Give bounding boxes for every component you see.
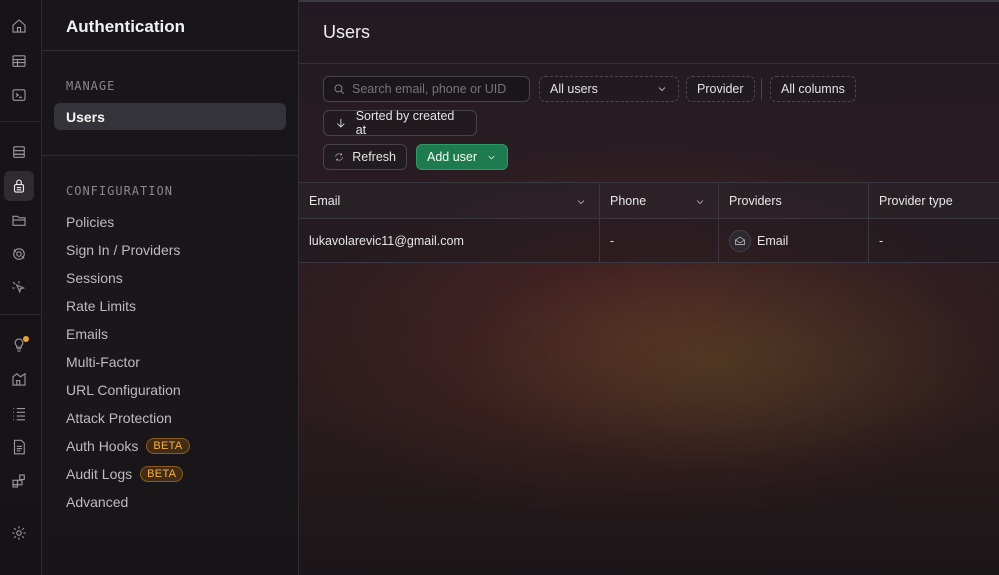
home-icon[interactable]	[4, 11, 34, 41]
database-icon[interactable]	[4, 137, 34, 167]
sidebar-item-label: Sign In / Providers	[66, 241, 181, 258]
provider-filter-button[interactable]: Provider	[686, 76, 755, 102]
chevron-down-icon	[658, 87, 666, 92]
sidebar-item-label: Rate Limits	[66, 297, 137, 314]
sort-label: Sorted by created at	[355, 109, 455, 137]
sidebar-item-label: Advanced	[66, 493, 129, 510]
beta-badge: BETA	[146, 437, 190, 454]
storage-icon[interactable]	[4, 205, 34, 235]
icon-rail	[0, 0, 42, 575]
sidebar-item-url-configuration[interactable]: URL Configuration	[54, 376, 286, 403]
provider-type-cell: -	[879, 233, 884, 248]
app-window: Authentication MANAGE Users CONFIGURATIO…	[0, 0, 999, 575]
user-filter-select[interactable]: All users	[539, 76, 679, 102]
authentication-icon[interactable]	[4, 171, 34, 201]
logs-icon[interactable]	[4, 398, 34, 428]
provider-filter-label: Provider	[697, 82, 744, 96]
sidebar-item-label: Sessions	[66, 269, 123, 286]
sidebar-title: Authentication	[66, 17, 185, 36]
edge-functions-icon[interactable]	[4, 273, 34, 303]
sql-editor-icon[interactable]	[4, 80, 34, 110]
arrow-down-icon	[337, 118, 345, 128]
columns-label: All columns	[781, 82, 845, 96]
sidebar-item-users[interactable]: Users	[54, 103, 286, 130]
sidebar-item-label: Emails	[66, 325, 109, 342]
api-docs-icon[interactable]	[4, 432, 34, 462]
sidebar-item-multi-factor[interactable]: Multi-Factor	[54, 348, 286, 375]
sidebar-item-label: Attack Protection	[66, 409, 172, 426]
refresh-label: Refresh	[352, 150, 396, 164]
user-filter-label: All users	[550, 82, 598, 96]
manage-section-label: MANAGE	[66, 79, 116, 93]
page-title: Users	[323, 22, 371, 42]
main-content: Users All users Provider All columns Sor…	[299, 0, 999, 575]
add-user-button[interactable]: Add user	[416, 144, 508, 170]
sidebar-item-label: URL Configuration	[66, 381, 181, 398]
chevron-down-icon	[488, 155, 495, 159]
sidebar-item-emails[interactable]: Emails	[54, 320, 286, 347]
column-header-providers[interactable]: Providers	[719, 183, 869, 218]
email-cell: lukavolarevic11@gmail.com	[299, 219, 600, 262]
sidebar-item-sessions[interactable]: Sessions	[54, 264, 286, 291]
search-box[interactable]	[323, 76, 530, 102]
table-row[interactable]: lukavolarevic11@gmail.com - Email -	[299, 219, 999, 263]
auth-sidebar: Authentication MANAGE Users CONFIGURATIO…	[42, 0, 299, 575]
sidebar-item-audit-logs[interactable]: Audit Logs BETA	[54, 460, 286, 487]
sidebar-item-label: Multi-Factor	[66, 353, 140, 370]
header-label: Providers	[729, 193, 782, 208]
add-user-label: Add user	[427, 150, 478, 164]
column-header-phone[interactable]: Phone	[600, 183, 719, 218]
provider-label: Email	[757, 233, 789, 248]
table-header: Email Phone Providers Provider type	[299, 182, 999, 219]
refresh-icon	[335, 153, 343, 161]
chevron-down-icon[interactable]	[694, 196, 706, 208]
sidebar-item-policies[interactable]: Policies	[54, 208, 286, 235]
header-label: Phone	[610, 193, 647, 208]
advisors-icon[interactable]	[4, 330, 34, 360]
columns-button[interactable]: All columns	[770, 76, 856, 102]
table-editor-icon[interactable]	[4, 46, 34, 76]
integrations-icon[interactable]	[4, 466, 34, 496]
header-label: Provider type	[879, 193, 953, 208]
chevron-down-icon[interactable]	[575, 196, 587, 208]
reports-icon[interactable]	[4, 364, 34, 394]
configuration-section-label: CONFIGURATION	[66, 184, 173, 198]
search-icon	[334, 84, 344, 94]
sort-button[interactable]: Sorted by created at	[323, 109, 477, 137]
sidebar-item-label: Users	[66, 108, 105, 125]
sidebar-item-label: Audit Logs	[66, 465, 133, 482]
notification-dot	[23, 336, 29, 342]
phone-cell: -	[600, 219, 719, 262]
settings-icon[interactable]	[4, 518, 34, 548]
providers-cell: Email	[719, 219, 869, 262]
header-label: Email	[309, 193, 341, 208]
refresh-button[interactable]: Refresh	[323, 144, 407, 170]
column-header-provider-type[interactable]: Provider type	[869, 183, 999, 218]
sidebar-item-label: Auth Hooks	[66, 437, 139, 454]
mail-icon	[729, 229, 751, 252]
search-input[interactable]	[352, 82, 522, 96]
sidebar-item-attack-protection[interactable]: Attack Protection	[54, 404, 286, 431]
sidebar-item-label: Policies	[66, 213, 115, 230]
realtime-icon[interactable]	[4, 239, 34, 269]
beta-badge: BETA	[140, 465, 184, 482]
column-header-email[interactable]: Email	[299, 183, 600, 218]
sidebar-item-rate-limits[interactable]: Rate Limits	[54, 292, 286, 319]
sidebar-item-auth-hooks[interactable]: Auth Hooks BETA	[54, 432, 286, 459]
sidebar-item-advanced[interactable]: Advanced	[54, 488, 286, 515]
sidebar-item-sign-in-providers[interactable]: Sign In / Providers	[54, 236, 286, 263]
